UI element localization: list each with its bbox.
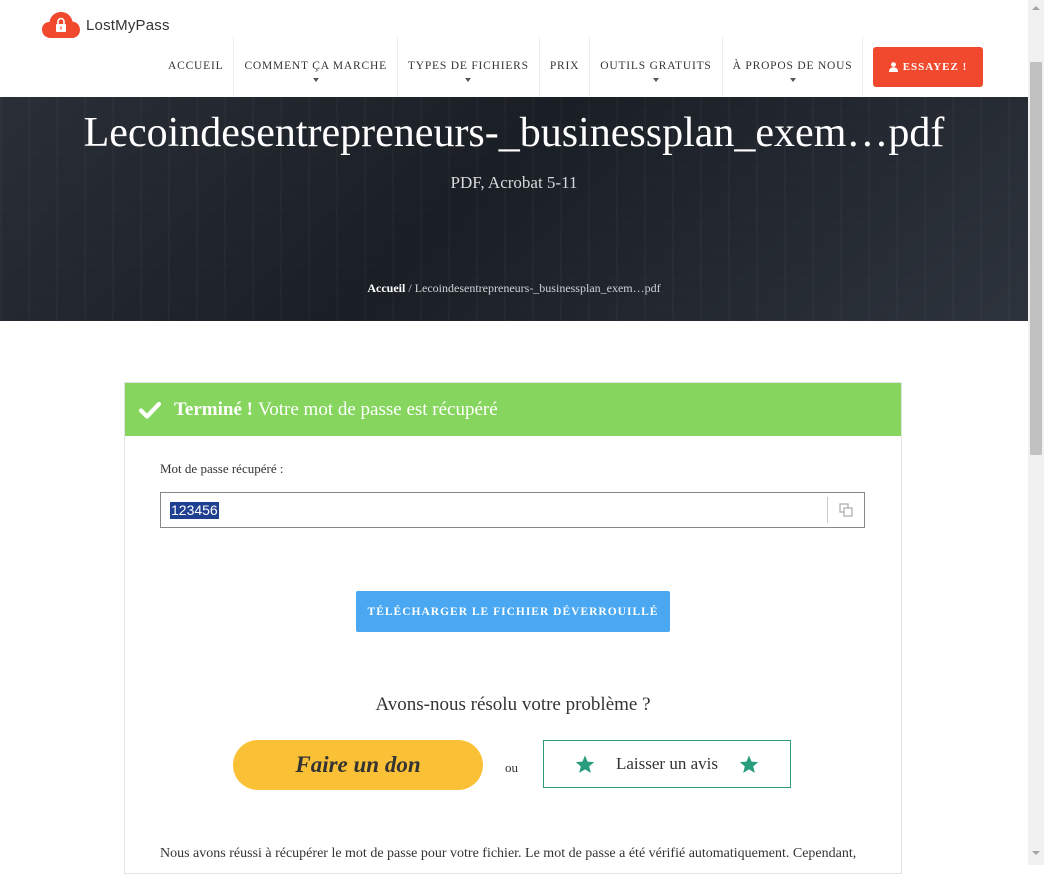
result-card: Terminé ! Votre mot de passe est récupér… xyxy=(124,382,902,874)
nav-item-label: PRIX xyxy=(549,60,580,72)
main-nav: ACCUEIL COMMENT ÇA MARCHE TYPES DE FICHI… xyxy=(158,37,864,97)
nav-item-label: À PROPOS DE NOUS xyxy=(732,60,853,72)
nav-item-label: ACCUEIL xyxy=(168,60,224,72)
nav-item-label: OUTILS GRATUITS xyxy=(600,60,712,72)
caret-down-icon xyxy=(789,78,796,82)
breadcrumb-separator: / xyxy=(405,281,415,295)
copy-button[interactable] xyxy=(827,497,864,523)
leave-review-button[interactable]: Laisser un avis xyxy=(543,740,791,788)
scroll-thumb[interactable] xyxy=(1030,62,1042,455)
breadcrumb-current: Lecoindesentrepreneurs-_businessplan_exe… xyxy=(414,281,661,295)
nav-item-label: TYPES DE FICHIERS xyxy=(407,60,529,72)
nav-item-prix[interactable]: PRIX xyxy=(538,37,589,97)
download-unlocked-button[interactable]: TÉLÉCHARGER LE FICHIER DÉVERROUILLÉ xyxy=(356,591,670,632)
page-scrollbar[interactable] xyxy=(1028,0,1044,865)
scroll-down-arrow-icon[interactable] xyxy=(1032,851,1040,855)
check-icon xyxy=(139,401,161,419)
logo[interactable]: LostMyPass xyxy=(42,10,170,40)
breadcrumb-home-link[interactable]: Accueil xyxy=(367,281,405,295)
hero-banner: Lecoindesentrepreneurs-_businessplan_exe… xyxy=(0,97,1028,321)
nav-item-outils-gratuits[interactable]: OUTILS GRATUITS xyxy=(589,37,721,97)
nav-item-comment-ca-marche[interactable]: COMMENT ÇA MARCHE xyxy=(233,37,396,97)
password-label: Mot de passe récupéré : xyxy=(160,461,284,476)
password-value[interactable]: 123456 xyxy=(170,502,219,519)
review-label: Laisser un avis xyxy=(616,754,718,773)
or-separator: ou xyxy=(505,760,518,775)
password-field[interactable]: 123456 xyxy=(160,492,865,528)
try-button-label: ESSAYEZ ! xyxy=(902,61,968,73)
nav-item-accueil[interactable]: ACCUEIL xyxy=(158,37,233,97)
user-icon xyxy=(888,62,898,72)
success-banner: Terminé ! Votre mot de passe est récupér… xyxy=(125,383,901,436)
caret-down-icon xyxy=(465,78,472,82)
donate-button[interactable]: Faire un don xyxy=(233,740,483,790)
page-title: Lecoindesentrepreneurs-_businessplan_exe… xyxy=(83,110,945,156)
result-note: Nous avons réussi à récupérer le mot de … xyxy=(160,846,857,861)
star-icon xyxy=(575,755,595,773)
feedback-question: Avons-nous résolu votre problème ? xyxy=(375,694,651,715)
caret-down-icon xyxy=(652,78,659,82)
nav-item-types-de-fichiers[interactable]: TYPES DE FICHIERS xyxy=(396,37,539,97)
nav-item-a-propos[interactable]: À PROPOS DE NOUS xyxy=(721,37,863,97)
caret-down-icon xyxy=(312,78,319,82)
nav-item-label: COMMENT ÇA MARCHE xyxy=(244,60,387,72)
file-type-subtitle: PDF, Acrobat 5-11 xyxy=(450,173,578,192)
star-icon xyxy=(739,755,759,773)
brand-name: LostMyPass xyxy=(86,16,170,34)
cloud-lock-icon xyxy=(42,12,80,38)
scroll-up-arrow-icon[interactable] xyxy=(1032,6,1040,10)
status-text: Votre mot de passe est récupéré xyxy=(257,398,498,420)
site-header: LostMyPass ACCUEIL COMMENT ÇA MARCHE TYP… xyxy=(0,0,1028,98)
breadcrumb: Accueil / Lecoindesentrepreneurs-_busine… xyxy=(0,281,1028,296)
nav-divider xyxy=(862,37,864,97)
status-title: Terminé ! xyxy=(174,398,253,420)
try-button[interactable]: ESSAYEZ ! xyxy=(873,47,983,87)
copy-icon xyxy=(839,503,853,517)
